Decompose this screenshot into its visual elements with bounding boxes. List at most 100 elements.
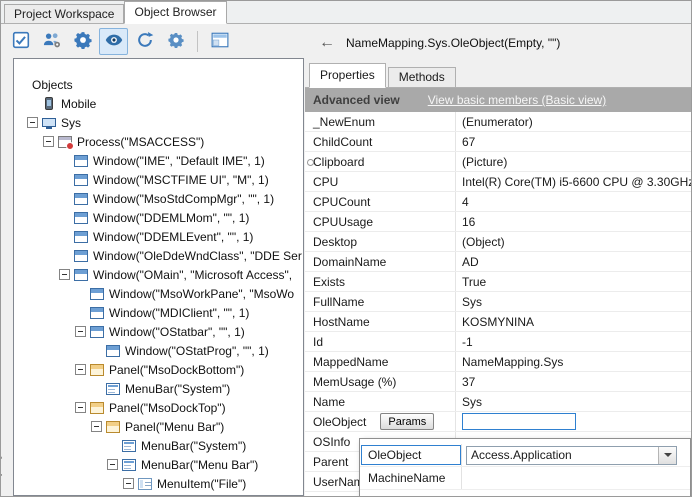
- tree-item-menubar[interactable]: MenuBar("System"): [14, 379, 303, 398]
- collapse-icon[interactable]: [107, 459, 118, 470]
- object-browser-window: Project Workspace Object Browser display…: [0, 0, 692, 497]
- collapse-icon[interactable]: [59, 269, 70, 280]
- checklist-button[interactable]: [6, 28, 35, 55]
- basic-view-link[interactable]: View basic members (Basic view): [428, 93, 607, 107]
- menubar-icon: [122, 440, 136, 452]
- property-name: Desktop: [313, 235, 357, 249]
- property-row[interactable]: Id-1: [305, 332, 691, 352]
- property-row[interactable]: FullNameSys: [305, 292, 691, 312]
- tree-item-menuitem[interactable]: MenuItem("New...: [14, 493, 303, 496]
- refresh-icon: [136, 31, 154, 52]
- add-users-button[interactable]: [37, 28, 66, 55]
- tree-item-objects[interactable]: Objects: [14, 75, 303, 94]
- params-button[interactable]: Params: [380, 413, 434, 430]
- back-arrow-icon[interactable]: ←: [319, 34, 335, 52]
- tree-item-window[interactable]: Window("MsoWorkPane", "MsoWo: [14, 284, 303, 303]
- tree-item-panel[interactable]: Panel("MsoDockTop"): [14, 398, 303, 417]
- property-row[interactable]: Desktop (Object): [305, 232, 691, 252]
- inspector-header: ← NameMapping.Sys.OleObject(Empty, ""): [305, 24, 691, 62]
- property-row[interactable]: Clipboard (Picture): [305, 152, 691, 172]
- param-value-combobox[interactable]: Access.Application: [466, 446, 677, 465]
- property-value: AD: [456, 255, 691, 269]
- refresh-button[interactable]: [130, 28, 159, 55]
- toolbar: [6, 27, 234, 55]
- collapse-icon[interactable]: [91, 421, 102, 432]
- tab-methods[interactable]: Methods: [388, 67, 456, 87]
- property-name: Clipboard: [313, 155, 364, 169]
- tab-properties[interactable]: Properties: [309, 63, 386, 88]
- tree-item-window[interactable]: Window("DDEMLMom", "", 1): [14, 208, 303, 227]
- tree-item-menuitem[interactable]: MenuItem("File"): [14, 474, 303, 493]
- property-row[interactable]: MemUsage (%)37: [305, 372, 691, 392]
- tree-item-window[interactable]: Window("MsoStdCompMgr", "", 1): [14, 189, 303, 208]
- combo-dropdown-button[interactable]: [658, 447, 676, 464]
- process-icon: [58, 136, 72, 148]
- param-value-cell[interactable]: [462, 467, 690, 489]
- dock-panel-button[interactable]: [205, 28, 234, 55]
- tree-item-window[interactable]: Window("IME", "Default IME", 1): [14, 151, 303, 170]
- property-row[interactable]: ExistsTrue: [305, 272, 691, 292]
- property-value: Sys: [456, 395, 691, 409]
- tree-item-window-omain[interactable]: Window("OMain", "Microsoft Access",: [14, 265, 303, 284]
- tree-item-window[interactable]: Window("MDIClient", "", 1): [14, 303, 303, 322]
- tree-item-menubar[interactable]: MenuBar("Menu Bar"): [14, 455, 303, 474]
- property-value: Intel(R) Core(TM) i5-6600 CPU @ 3.30GHz,…: [456, 175, 691, 189]
- property-row[interactable]: CPUUsage16: [305, 212, 691, 232]
- property-row[interactable]: NameSys: [305, 392, 691, 412]
- gear-button[interactable]: [68, 28, 97, 55]
- tree-item-panel[interactable]: Panel("MsoDockBottom"): [14, 360, 303, 379]
- property-value: NameMapping.Sys: [456, 355, 691, 369]
- eye-icon: [105, 31, 123, 52]
- tree-item-sys[interactable]: Sys: [14, 113, 303, 132]
- property-row[interactable]: DomainName AD: [305, 252, 691, 272]
- collapse-icon[interactable]: [75, 402, 86, 413]
- collapse-icon[interactable]: [123, 478, 134, 489]
- tree-item-window[interactable]: Window("OleDdeWndClass", "DDE Ser: [14, 246, 303, 265]
- property-value: (Object): [456, 235, 691, 249]
- panel-icon: [90, 402, 104, 414]
- window-icon: [74, 231, 88, 243]
- tree-item-panel[interactable]: Panel("Menu Bar"): [14, 417, 303, 436]
- property-row[interactable]: CPUCount4: [305, 192, 691, 212]
- param-name-cell[interactable]: OleObject: [360, 444, 462, 466]
- collapse-icon[interactable]: [27, 117, 38, 128]
- checklist-icon: [12, 31, 30, 52]
- property-row[interactable]: ChildCount67: [305, 132, 691, 152]
- param-row-machinename[interactable]: MachineName: [360, 467, 690, 490]
- panel-icon: [90, 364, 104, 376]
- param-name: OleObject: [368, 448, 421, 462]
- panel-icon: [106, 421, 120, 433]
- property-name: DomainName: [313, 255, 386, 269]
- property-row[interactable]: MappedNameNameMapping.Sys: [305, 352, 691, 372]
- tree-item-process[interactable]: Process("MSACCESS"): [14, 132, 303, 151]
- computer-icon: [42, 118, 56, 127]
- param-row-oleobject[interactable]: OleObject Access.Application: [360, 444, 690, 467]
- tree-item-mobile[interactable]: Mobile: [14, 94, 303, 113]
- property-name: OleObject: [313, 415, 366, 429]
- highlight-object-button[interactable]: [99, 28, 128, 55]
- tree-item-window[interactable]: Window("DDEMLEvent", "", 1): [14, 227, 303, 246]
- property-row[interactable]: _NewEnum(Enumerator): [305, 112, 691, 132]
- property-row[interactable]: CPUIntel(R) Core(TM) i5-6600 CPU @ 3.30G…: [305, 172, 691, 192]
- collapse-icon[interactable]: [75, 364, 86, 375]
- tree-item-menubar[interactable]: MenuBar("System"): [14, 436, 303, 455]
- object-tree: Objects Mobile Sys Process("MSACCESS") W…: [13, 58, 304, 496]
- property-row-oleobject[interactable]: OleObject Params: [305, 412, 691, 432]
- property-value: (Picture): [456, 155, 691, 169]
- settings-button[interactable]: [161, 28, 190, 55]
- tab-project-workspace[interactable]: Project Workspace: [4, 4, 124, 23]
- tree-item-window[interactable]: Window("MSCTFIME UI", "M", 1): [14, 170, 303, 189]
- property-value: Sys: [456, 295, 691, 309]
- param-name-cell[interactable]: MachineName: [360, 467, 462, 489]
- collapse-icon[interactable]: [75, 326, 86, 337]
- oleobject-value-editor[interactable]: [462, 413, 576, 430]
- tree-item-window-ostatbar[interactable]: Window("OStatbar", "", 1): [14, 322, 303, 341]
- tab-object-browser[interactable]: Object Browser: [124, 1, 226, 24]
- collapse-icon[interactable]: [43, 136, 54, 147]
- property-value: 4: [456, 195, 691, 209]
- tree-item-window[interactable]: Window("OStatProg", "", 1): [14, 341, 303, 360]
- property-name: _NewEnum: [313, 115, 375, 129]
- window-icon: [74, 193, 88, 205]
- property-row[interactable]: HostNameKOSMYNINA: [305, 312, 691, 332]
- settings-gear-icon: [168, 32, 184, 51]
